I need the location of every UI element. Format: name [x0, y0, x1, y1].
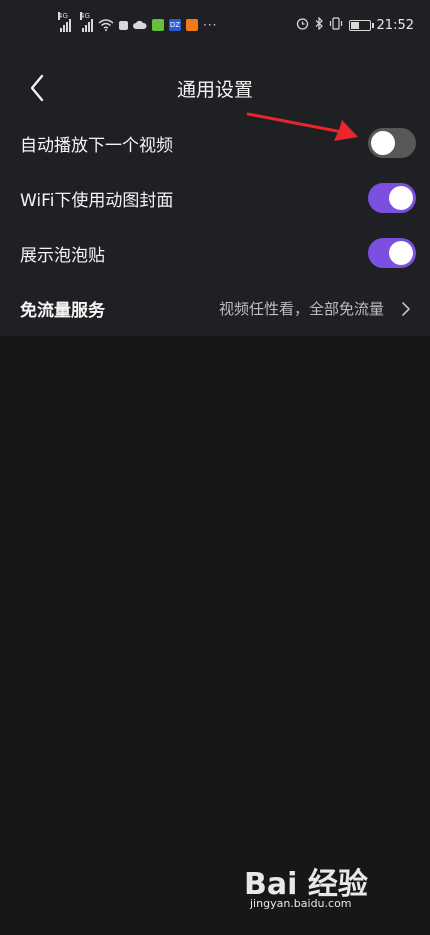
setting-wifi-animated-cover: WiFi下使用动图封面 — [0, 171, 430, 226]
status-bar: 4G 4G DZ ··· 21:52 — [0, 0, 430, 60]
watermark: Bai 经验 jingyan.baidu.com — [244, 859, 404, 915]
battery-icon — [348, 20, 374, 31]
toggle-knob — [389, 241, 413, 265]
battery-level — [350, 22, 360, 29]
setting-label: 展示泡泡贴 — [20, 246, 105, 266]
settings-list: 自动播放下一个视频 WiFi下使用动图封面 展示泡泡贴 免流量服务 视频任性看，… — [0, 116, 430, 336]
wifi-animated-cover-toggle[interactable] — [368, 183, 416, 213]
toggle-knob — [371, 131, 395, 155]
autoplay-toggle[interactable] — [368, 128, 416, 158]
app-notification-icon-3 — [186, 19, 198, 31]
app-notification-icon-2: DZ — [169, 19, 181, 31]
watermark-url: jingyan.baidu.com — [250, 897, 352, 910]
setting-label: WiFi下使用动图封面 — [20, 191, 174, 211]
status-left: 4G 4G DZ ··· — [58, 12, 218, 32]
wifi-icon — [98, 19, 114, 31]
toggle-knob — [389, 186, 413, 210]
notification-square-icon — [119, 20, 128, 30]
setting-free-data-service[interactable]: 免流量服务 视频任性看，全部免流量 — [0, 281, 430, 336]
app-notification-icon — [152, 19, 164, 31]
page-title: 通用设置 — [176, 79, 253, 101]
setting-show-bubble-stickers: 展示泡泡贴 — [0, 226, 430, 281]
vibrate-icon — [329, 17, 343, 34]
status-right: 21:52 — [296, 16, 414, 34]
alarm-icon — [296, 17, 309, 34]
status-time: 21:52 — [376, 18, 414, 33]
bluetooth-icon — [315, 16, 323, 34]
bubble-stickers-toggle[interactable] — [368, 238, 416, 268]
setting-label: 免流量服务 — [20, 301, 105, 321]
cellular-signal-icon: 4G — [58, 12, 71, 32]
free-data-service-value: 视频任性看，全部免流量 — [218, 300, 384, 318]
setting-autoplay-next-video: 自动播放下一个视频 — [0, 116, 430, 171]
chevron-right-icon — [402, 302, 410, 316]
network-type-label: 4G — [58, 12, 68, 20]
cellular-signal-icon-2: 4G — [80, 12, 93, 32]
network-type-label-2: 4G — [80, 12, 90, 20]
header: 通用设置 — [0, 60, 430, 116]
more-notifications-icon: ··· — [203, 18, 218, 32]
setting-label: 自动播放下一个视频 — [20, 136, 173, 156]
cloud-icon — [133, 20, 147, 30]
